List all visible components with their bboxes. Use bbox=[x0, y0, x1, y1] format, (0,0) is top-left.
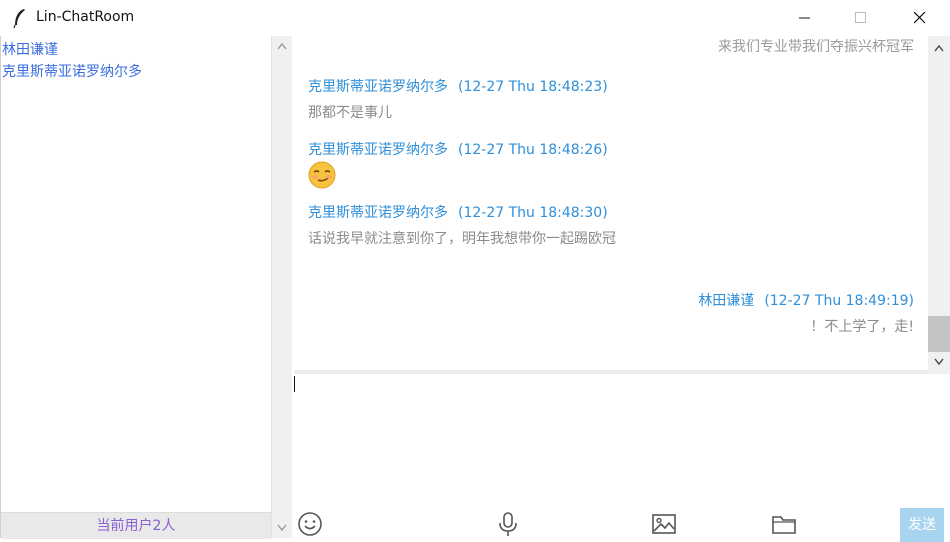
message-time: (12-27 Thu 18:48:23) bbox=[458, 79, 608, 95]
scrollbar-thumb[interactable] bbox=[928, 316, 950, 352]
text-caret bbox=[294, 376, 295, 392]
user-list-item[interactable]: 克里斯蒂亚诺罗纳尔多 bbox=[2, 61, 142, 83]
scroll-down-icon[interactable] bbox=[934, 358, 944, 366]
send-button[interactable]: 发送 bbox=[900, 508, 944, 542]
message-time: (12-27 Thu 18:49:19) bbox=[764, 293, 914, 309]
close-icon bbox=[914, 12, 926, 24]
chat-message: 克里斯蒂亚诺罗纳尔多 (12-27 Thu 18:48:26) bbox=[308, 139, 608, 193]
message-time: (12-27 Thu 18:48:30) bbox=[458, 205, 608, 221]
maximize-icon bbox=[855, 12, 866, 23]
message-text: 来我们专业带我们夺振兴杯冠军 bbox=[718, 39, 914, 55]
message-header: 林田谦谨 (12-27 Thu 18:49:19) bbox=[698, 290, 914, 310]
message-sender: 克里斯蒂亚诺罗纳尔多 bbox=[308, 205, 448, 221]
user-list-scrollbar[interactable] bbox=[272, 36, 292, 538]
message-header: 克里斯蒂亚诺罗纳尔多 (12-27 Thu 18:48:23) bbox=[308, 76, 608, 96]
image-icon[interactable] bbox=[650, 510, 678, 538]
message-sender: 林田谦谨 bbox=[698, 293, 755, 309]
chat-message-self: 林田谦谨 (12-27 Thu 18:49:19) ！不上学了，走! bbox=[698, 290, 914, 336]
minimize-icon bbox=[799, 17, 810, 19]
message-text: 那都不是事儿 bbox=[308, 105, 392, 121]
message-scrollbar[interactable] bbox=[928, 36, 950, 374]
title-bar: Lin-ChatRoom bbox=[0, 0, 950, 36]
message-text: 话说我早就注意到你了，明年我想带你一起踢欧冠 bbox=[308, 231, 616, 247]
scroll-down-icon[interactable] bbox=[277, 524, 287, 532]
message-time: (12-27 Thu 18:48:26) bbox=[458, 142, 608, 158]
input-toolbar: 发送 bbox=[294, 506, 950, 542]
online-user-count: 当前用户2人 bbox=[1, 512, 271, 539]
folder-icon[interactable] bbox=[770, 510, 798, 538]
smirk-emoji-icon bbox=[308, 161, 336, 189]
message-sender: 克里斯蒂亚诺罗纳尔多 bbox=[308, 142, 448, 158]
close-button[interactable] bbox=[897, 0, 943, 36]
chat-message: 克里斯蒂亚诺罗纳尔多 (12-27 Thu 18:48:23) 那都不是事儿 bbox=[308, 76, 608, 122]
maximize-button[interactable] bbox=[838, 0, 884, 36]
message-input[interactable] bbox=[294, 374, 950, 506]
message-text: ！不上学了，走! bbox=[810, 319, 914, 335]
window-title: Lin-ChatRoom bbox=[36, 9, 135, 25]
feather-icon bbox=[13, 9, 25, 28]
user-list-panel: 林田谦谨 克里斯蒂亚诺罗纳尔多 当前用户2人 bbox=[0, 36, 272, 539]
scroll-up-icon[interactable] bbox=[277, 42, 287, 50]
user-list: 林田谦谨 克里斯蒂亚诺罗纳尔多 bbox=[2, 39, 142, 83]
chat-message: 克里斯蒂亚诺罗纳尔多 (12-27 Thu 18:48:30) 话说我早就注意到你… bbox=[308, 202, 616, 248]
message-sender: 克里斯蒂亚诺罗纳尔多 bbox=[308, 79, 448, 95]
microphone-icon[interactable] bbox=[494, 510, 522, 538]
emoji-icon[interactable] bbox=[296, 510, 324, 538]
minimize-button[interactable] bbox=[782, 0, 828, 36]
message-header: 克里斯蒂亚诺罗纳尔多 (12-27 Thu 18:48:30) bbox=[308, 202, 616, 222]
message-history: 来我们专业带我们夺振兴杯冠军 克里斯蒂亚诺罗纳尔多 (12-27 Thu 18:4… bbox=[294, 36, 928, 370]
user-list-item[interactable]: 林田谦谨 bbox=[2, 39, 142, 61]
message-header: 克里斯蒂亚诺罗纳尔多 (12-27 Thu 18:48:26) bbox=[308, 139, 608, 159]
scroll-up-icon[interactable] bbox=[934, 44, 944, 52]
